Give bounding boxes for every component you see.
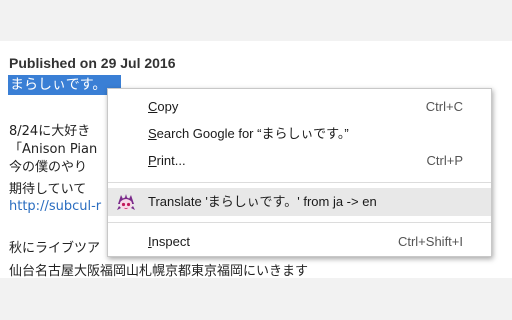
menu-item-copy[interactable]: Copy Ctrl+C <box>108 93 491 121</box>
body-line: 「Anison Pian <box>9 142 98 157</box>
context-menu: Copy Ctrl+C Search Google for “まらしぃです。” … <box>107 88 492 257</box>
body-line: 仙台名古屋大阪福岡山札幌京都東京福岡にいきます <box>9 264 309 278</box>
menu-item-label: Print... <box>148 153 186 168</box>
menu-item-label: Copy <box>148 99 179 114</box>
body-line: 今の僕のやり <box>9 160 88 175</box>
published-date: Published on 29 Jul 2016 <box>9 55 176 71</box>
selected-text[interactable]: まらしぃです。 <box>8 75 121 95</box>
menu-item-shortcut: Ctrl+P <box>426 153 463 168</box>
body-line: 秋にライブツア <box>9 241 101 256</box>
body-line: 8/24に大好き <box>9 124 91 139</box>
menu-separator <box>108 182 491 183</box>
menu-item-shortcut: Ctrl+C <box>425 99 463 114</box>
menu-item-label: Translate 'まらしぃです。' from ja -> en <box>148 194 377 209</box>
menu-separator <box>108 222 491 223</box>
menu-item-shortcut: Ctrl+Shift+I <box>397 234 463 249</box>
menu-item-search-google[interactable]: Search Google for “まらしぃです。” <box>108 120 491 148</box>
menu-item-label: Inspect <box>148 234 190 249</box>
menu-item-label: Search Google for “まらしぃです。” <box>148 126 349 141</box>
menu-item-translate[interactable]: Translate 'まらしぃです。' from ja -> en <box>108 188 491 216</box>
menu-item-print[interactable]: Print... Ctrl+P <box>108 147 491 175</box>
anime-girl-extension-icon <box>116 192 136 212</box>
body-line: 期待していて <box>9 182 87 197</box>
body-link[interactable]: http://subcul-r <box>9 199 101 214</box>
menu-item-inspect[interactable]: Inspect Ctrl+Shift+I <box>108 228 491 256</box>
